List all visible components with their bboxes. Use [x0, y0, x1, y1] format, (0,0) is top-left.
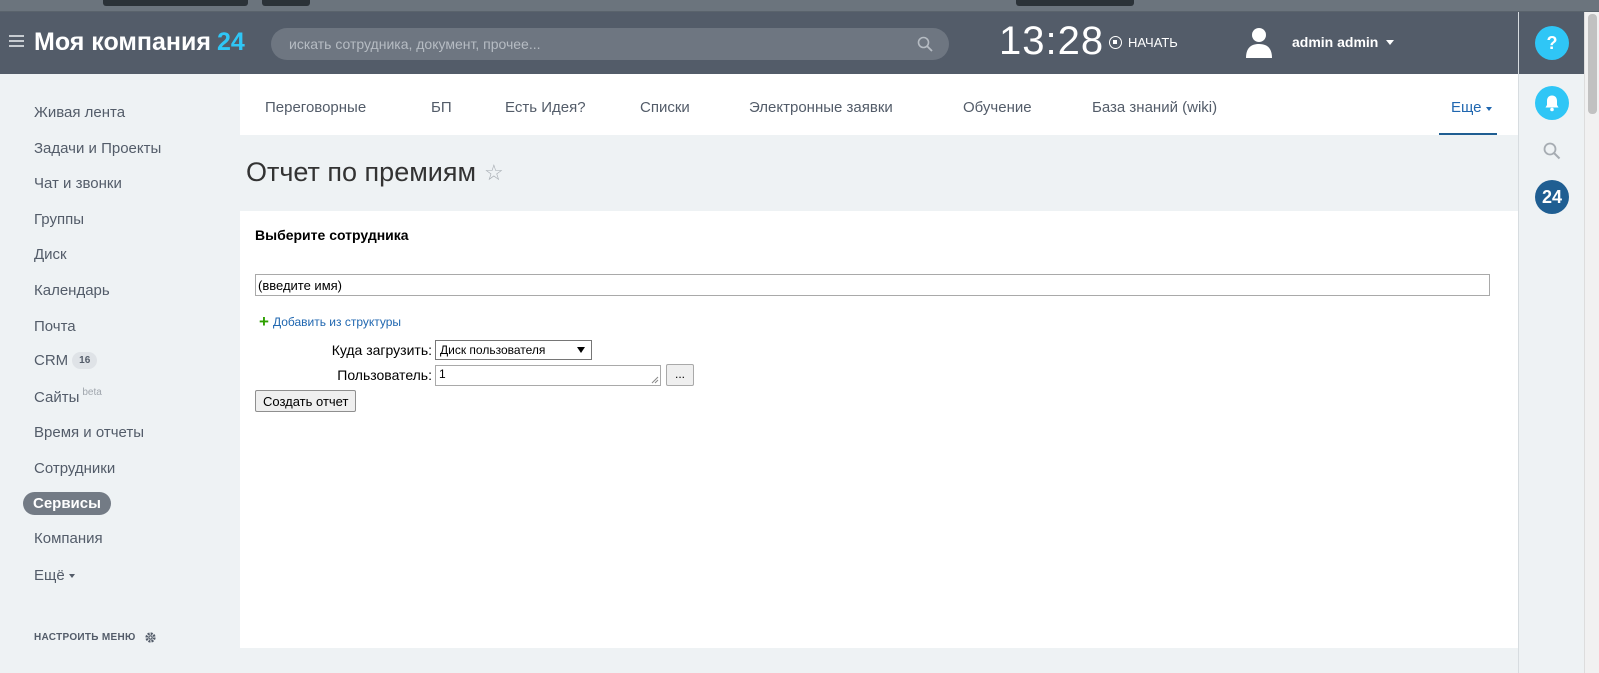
hamburger-menu-icon[interactable] [9, 35, 24, 48]
browse-user-button[interactable]: ... [666, 364, 694, 386]
user-menu[interactable]: admin admin [1292, 34, 1395, 50]
add-from-structure-label: Добавить из структуры [272, 315, 402, 329]
page-title-text: Отчет по премиям [246, 157, 477, 187]
upload-to-value: Диск пользователя [440, 343, 546, 357]
record-icon [1109, 36, 1122, 49]
tab-lists[interactable]: Списки [640, 99, 690, 116]
resize-grip-icon[interactable] [651, 376, 659, 384]
menu-item-company[interactable]: Компания [34, 530, 103, 547]
menu-item-feed[interactable]: Живая лента [34, 104, 125, 121]
menu-item-employees[interactable]: Сотрудники [34, 460, 115, 477]
start-label: НАЧАТЬ [1128, 35, 1178, 50]
menu-item-label: Сайты [34, 389, 80, 406]
chrome-tab[interactable] [262, 0, 310, 6]
beta-label: beta [82, 387, 102, 398]
configure-menu-label: НАСТРОИТЬ МЕНЮ [34, 632, 136, 643]
upload-to-select[interactable]: Диск пользователя [435, 340, 592, 360]
help-button[interactable]: ? [1535, 26, 1569, 60]
right-panel: ? 24 [1518, 12, 1584, 673]
configure-menu-button[interactable]: НАСТРОИТЬ МЕНЮ [34, 631, 157, 644]
menu-item-sites[interactable]: Сайты beta [34, 387, 102, 406]
tab-ideas[interactable]: Есть Идея? [505, 99, 586, 116]
search-icon [1543, 142, 1561, 160]
window-chrome [0, 0, 1599, 12]
user-name: admin admin [1292, 34, 1379, 50]
logo-number: 24 [216, 28, 245, 56]
gear-icon [144, 632, 156, 643]
tab-bp[interactable]: БП [431, 99, 452, 116]
global-search [271, 28, 949, 60]
page-title: Отчет по премиям ☆ [246, 157, 504, 188]
menu-item-groups[interactable]: Группы [34, 211, 84, 228]
left-menu: Живая лента Задачи и Проекты Чат и звонк… [0, 74, 240, 673]
tab-e-requests[interactable]: Электронные заявки [749, 99, 893, 116]
select-employee-label: Выберите сотрудника [255, 227, 409, 243]
employee-name-input[interactable] [255, 274, 1490, 296]
logo-text: Моя компания [34, 28, 211, 56]
user-value: 1 [439, 367, 446, 381]
menu-item-calendar[interactable]: Календарь [34, 282, 110, 299]
menu-item-label: CRM [34, 352, 69, 369]
dropdown-arrow-icon [577, 347, 585, 353]
company-logo[interactable]: Моя компания 24 [34, 28, 245, 57]
tab-wiki[interactable]: База знаний (wiki) [1092, 99, 1217, 116]
tab-more-label: Еще [1451, 99, 1482, 116]
tab-meeting-rooms[interactable]: Переговорные [265, 99, 366, 116]
bell-icon [1545, 95, 1559, 112]
menu-item-time-reports[interactable]: Время и отчеты [34, 424, 144, 441]
search-icon[interactable] [917, 36, 933, 52]
chevron-down-icon [68, 574, 75, 578]
upload-to-label: Куда загрузить: [331, 342, 432, 358]
bitrix24-button[interactable]: 24 [1535, 180, 1569, 214]
menu-item-disk[interactable]: Диск [34, 246, 67, 263]
report-form: Выберите сотрудника +Добавить из структу… [240, 211, 1518, 648]
tab-more[interactable]: Еще [1439, 74, 1497, 135]
favorite-star-icon[interactable]: ☆ [484, 160, 504, 186]
scrollbar-thumb[interactable] [1588, 14, 1597, 114]
services-tab-bar: Переговорные БП Есть Идея? Списки Электр… [240, 74, 1518, 135]
menu-item-tasks[interactable]: Задачи и Проекты [34, 140, 161, 157]
chrome-tab[interactable] [1016, 0, 1134, 6]
page-scrollbar[interactable] [1584, 12, 1599, 673]
chevron-down-icon [1386, 39, 1395, 45]
search-input[interactable] [289, 28, 899, 60]
user-label: Пользователь: [337, 367, 432, 383]
menu-item-mail[interactable]: Почта [34, 318, 76, 335]
crm-count-badge: 16 [72, 352, 98, 369]
top-header: Моя компания24 13:28 НАЧАТЬ admin admin [0, 12, 1518, 74]
menu-item-label: Ещё [34, 567, 65, 584]
start-workday-button[interactable]: НАЧАТЬ [1109, 35, 1178, 50]
menu-item-crm[interactable]: CRM 16 [34, 352, 98, 369]
clock[interactable]: 13:28 [999, 19, 1104, 64]
user-avatar-icon[interactable] [1245, 26, 1273, 58]
create-report-button[interactable]: Создать отчет [255, 390, 357, 412]
tab-learning[interactable]: Обучение [963, 99, 1032, 116]
menu-item-chat[interactable]: Чат и звонки [34, 175, 122, 192]
add-from-structure-link[interactable]: + Добавить из структуры [259, 312, 402, 331]
menu-item-more[interactable]: Ещё [34, 567, 75, 584]
plus-icon: + [259, 312, 269, 331]
chrome-tab[interactable] [103, 0, 248, 6]
chevron-down-icon [1486, 107, 1492, 111]
menu-item-services[interactable]: Сервисы [23, 492, 111, 515]
panel-search-button[interactable] [1535, 134, 1569, 168]
notifications-button[interactable] [1535, 86, 1569, 120]
user-textarea[interactable]: 1 [435, 365, 661, 386]
